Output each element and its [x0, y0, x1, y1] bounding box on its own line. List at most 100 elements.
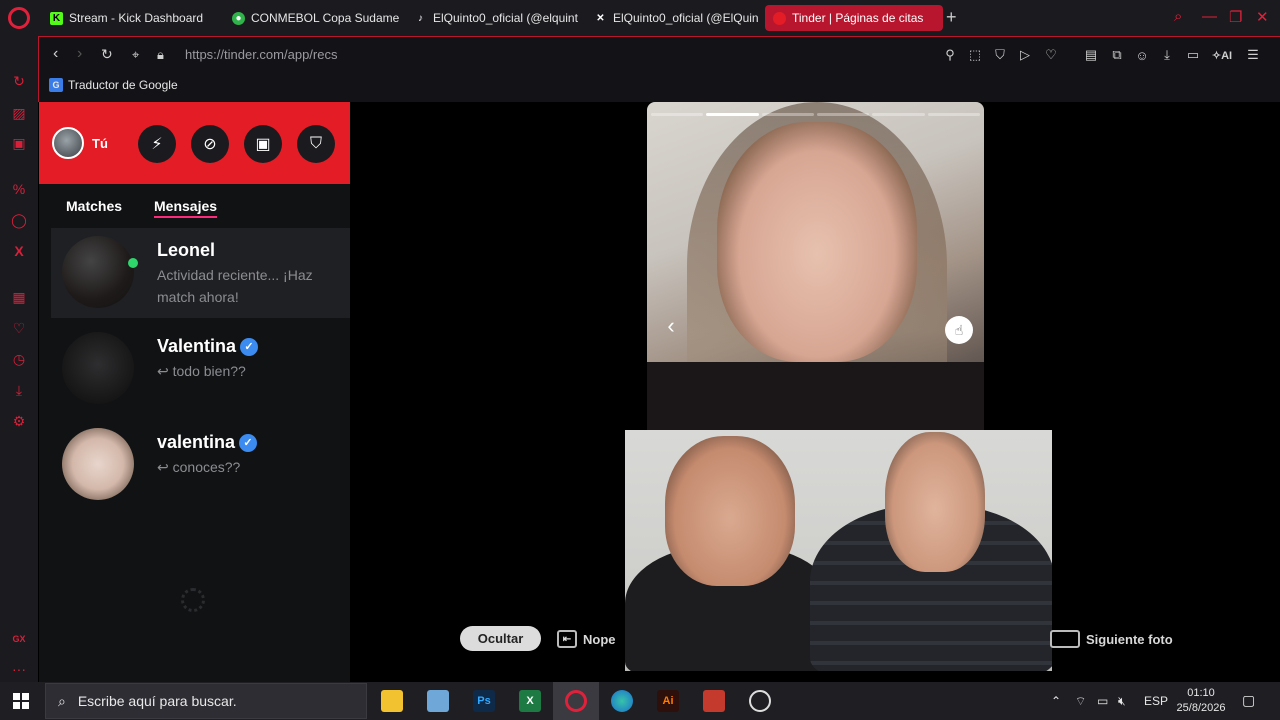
snapshot-icon[interactable]: ⬚	[967, 47, 983, 63]
battery-saver-icon[interactable]: ▭	[1185, 47, 1201, 63]
notepad-icon[interactable]	[427, 690, 449, 712]
restore-icon[interactable]: ❐	[1229, 8, 1242, 26]
tab-kick[interactable]: K Stream - Kick Dashboard	[42, 5, 220, 31]
wallet-icon[interactable]: ▤	[1083, 47, 1099, 63]
profile-icon[interactable]: ☺	[1134, 47, 1150, 63]
bookmarks-bar: G Traductor de Google	[38, 72, 1280, 102]
minimize-icon[interactable]: —	[1202, 8, 1217, 25]
aria-icon[interactable]: ↻	[10, 72, 28, 90]
discount-icon[interactable]: %	[10, 180, 28, 198]
new-tab-button[interactable]: +	[946, 7, 957, 28]
settings-icon[interactable]: ⚙	[10, 412, 28, 430]
streamer-1-face	[665, 436, 795, 586]
edge-icon[interactable]	[611, 690, 633, 712]
excel-icon[interactable]: X	[519, 690, 541, 712]
wifi-icon[interactable]: ⌔	[1075, 694, 1086, 709]
ai-icon[interactable]: ✧AI	[1209, 47, 1235, 63]
winrar-icon[interactable]	[703, 690, 725, 712]
taskbar-search[interactable]: ⌕ Escribe aquí para buscar.	[45, 683, 367, 719]
windows-start-icon[interactable]	[13, 693, 29, 709]
photoshop-icon[interactable]: Ps	[473, 690, 495, 712]
profile-photo-shirt	[647, 362, 984, 430]
x-sidebar-icon[interactable]: X	[10, 242, 28, 260]
send-icon[interactable]: ▷	[1017, 47, 1033, 63]
tab-tinder[interactable]: Tinder | Páginas de citas	[765, 5, 943, 31]
tab-matches[interactable]: Matches	[66, 198, 122, 214]
shield-icon[interactable]: ⛉	[992, 47, 1008, 63]
space-key-icon	[1050, 630, 1080, 648]
explore-button[interactable]: ⊘	[191, 125, 229, 163]
search-placeholder: Escribe aquí para buscar.	[77, 693, 237, 709]
download-icon[interactable]: ⤓	[10, 381, 28, 399]
illustrator-icon[interactable]: Ai	[657, 690, 679, 712]
tab-label: ElQuinto0_oficial (@elquint	[433, 11, 578, 25]
profile-label[interactable]: Tú	[92, 136, 108, 151]
opera-sidebar: ↻ ▨ ▣ % ◯ X ▦ ♡ ◷ ⤓ ⚙ GX ···	[0, 36, 38, 682]
workspace-icon[interactable]: ▨	[10, 104, 28, 122]
url-field[interactable]: https://tinder.com/app/recs	[185, 47, 337, 62]
pin-icon[interactable]: ⚲	[942, 47, 958, 63]
loading-spinner-icon	[181, 588, 205, 612]
verified-badge-icon: ✓	[240, 337, 259, 356]
list-item[interactable]: valentina ✓ ↩ conoces??	[51, 420, 350, 510]
photo-progress-segment	[927, 113, 980, 116]
more-icon[interactable]: ···	[10, 660, 28, 678]
tab-messages[interactable]: Mensajes	[154, 198, 218, 218]
boost-button[interactable]: ⚡︎	[138, 125, 176, 163]
location-icon[interactable]: ⌖	[132, 47, 139, 63]
messenger-icon[interactable]: ▣	[10, 134, 28, 152]
extensions-icon[interactable]: ⧉	[1109, 47, 1125, 63]
reply-icon: ↩	[157, 459, 173, 475]
opera-logo-icon[interactable]	[8, 7, 30, 29]
whatsapp-icon[interactable]: ◯	[10, 211, 28, 229]
notifications-icon[interactable]: ▢	[1242, 692, 1255, 709]
verified-badge-icon: ✓	[239, 433, 258, 452]
hide-button[interactable]: Ocultar	[460, 626, 541, 651]
list-item[interactable]: Valentina ✓ ↩ todo bien??	[51, 324, 350, 414]
easy-setup-icon[interactable]: ☰	[1245, 47, 1261, 63]
back-icon[interactable]: ‹	[53, 45, 58, 63]
nope-label: Nope	[583, 631, 616, 647]
clock[interactable]: 01:10 25/8/2026	[1170, 686, 1232, 716]
previous-photo-icon[interactable]: ‹	[659, 313, 683, 338]
file-explorer-icon[interactable]	[381, 690, 403, 712]
conversation-name: Leonel	[157, 240, 215, 261]
bookmark-google-translate[interactable]: G Traductor de Google	[49, 78, 178, 92]
opera-gx-icon[interactable]	[565, 690, 587, 712]
profile-card[interactable]: ‹ ☝︎	[647, 102, 984, 430]
battery-icon[interactable]: ▭	[1097, 694, 1108, 708]
google-translate-icon: G	[49, 78, 63, 92]
safety-button[interactable]: ⛉	[297, 125, 335, 163]
reload-icon[interactable]: ↻	[101, 46, 113, 63]
lock-icon[interactable]: 🔒︎	[157, 47, 164, 63]
conversation-name: valentina ✓	[157, 432, 258, 453]
show-hidden-icons-icon[interactable]: ⌃	[1051, 694, 1061, 708]
x-icon: ✕	[596, 12, 605, 24]
next-photo-icon[interactable]: ☝︎	[945, 316, 973, 344]
list-item[interactable]: Leonel Actividad reciente... ¡Haz match …	[51, 228, 350, 318]
tinder-icon	[773, 11, 786, 25]
conversation-preview: ↩ conoces??	[157, 456, 345, 478]
obs-icon[interactable]	[749, 690, 771, 712]
volume-muted-icon[interactable]: 🔇︎	[1118, 694, 1126, 709]
webcam-overlay	[625, 430, 1052, 671]
history-icon[interactable]: ◷	[10, 350, 28, 368]
forward-icon[interactable]: ›	[77, 45, 82, 63]
tab-tiktok[interactable]: ♪ ElQuinto0_oficial (@elquint	[406, 5, 584, 31]
arrow-left-key-icon: ⇤	[557, 630, 577, 648]
close-icon[interactable]: ✕	[1256, 8, 1269, 26]
language-indicator[interactable]: ESP	[1144, 694, 1168, 708]
favorite-icon[interactable]: ♡	[1043, 47, 1059, 63]
tab-x[interactable]: ✕ ElQuinto0_oficial (@ElQuin	[586, 5, 764, 31]
apps-icon[interactable]: ▦	[10, 288, 28, 306]
gx-icon[interactable]: GX	[10, 630, 28, 648]
photo-progress-segment	[816, 113, 870, 116]
avatar[interactable]	[52, 127, 84, 159]
work-mode-button[interactable]: ▣	[244, 125, 282, 163]
tab-conmebol[interactable]: ● CONMEBOL Copa Sudame	[224, 5, 402, 31]
heart-icon[interactable]: ♡	[10, 319, 28, 337]
next-photo-hint: Siguiente foto	[1050, 630, 1173, 648]
downloads-icon[interactable]: ⤓	[1159, 47, 1175, 63]
search-tabs-icon[interactable]: ⌕	[1174, 8, 1182, 25]
photo-progress-segment	[761, 113, 814, 116]
